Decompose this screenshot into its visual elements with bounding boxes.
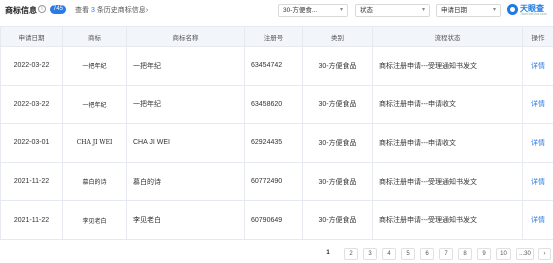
trademark-name: 一把年纪 <box>126 84 245 125</box>
detail-link[interactable]: 详情 <box>531 179 545 186</box>
classification-filter[interactable]: 30-方便食... ▾ <box>278 4 348 17</box>
history-count: 3 <box>90 7 95 14</box>
trademark-name: 李见老白 <box>126 200 245 240</box>
col-header-action: 操作 <box>522 26 553 47</box>
action-cell: 详情 <box>522 200 553 240</box>
history-link[interactable]: 查看 3 条历史商标信息› <box>75 5 148 15</box>
chevron-right-icon: › <box>145 7 149 14</box>
logo-subtext: TianYanCha.com <box>520 12 547 16</box>
detail-link[interactable]: 详情 <box>531 217 545 224</box>
page-button[interactable]: 1 <box>322 248 334 260</box>
table-row: 2022-03-01 CHA JI WEI CHA JI WEI 6292443… <box>0 123 553 163</box>
process-status: 商标注册申请---受理通知书发文 <box>372 200 523 240</box>
table-row: 2022-03-22 一把年纪 一把年纪 63458620 30-方便食品 商标… <box>0 84 553 125</box>
trademark-image[interactable]: 一把年纪 <box>62 84 127 125</box>
trademark-class: 30-方便食品 <box>302 200 373 240</box>
section-title: 商标信息 <box>5 6 37 15</box>
page-button[interactable]: 3 <box>363 248 377 260</box>
page-button[interactable]: 7 <box>439 248 453 260</box>
trademark-name: 慕白的诗 <box>126 161 245 202</box>
page-button[interactable]: 6 <box>420 248 434 260</box>
trademark-table: 申请日期 商标 商标名称 注册号 类别 流程状态 操作 2022-03-22 一… <box>0 26 553 240</box>
logo-eye-icon <box>507 4 518 15</box>
col-header-date: 申请日期 <box>0 26 63 47</box>
detail-link[interactable]: 详情 <box>531 140 545 147</box>
page-button[interactable]: 5 <box>401 248 415 260</box>
table-row: 2021-11-22 慕白的诗 慕白的诗 60772490 30-方便食品 商标… <box>0 161 553 202</box>
apply-date: 2022-03-22 <box>0 46 63 86</box>
process-status: 商标注册申请---申请收文 <box>372 123 523 163</box>
col-header-class: 类别 <box>302 26 373 47</box>
apply-date: 2022-03-22 <box>0 84 63 125</box>
apply-date-filter-value: 申请日期 <box>441 7 467 14</box>
trademark-class: 30-方便食品 <box>302 84 373 125</box>
trademark-image[interactable]: 一把年纪 <box>62 46 127 86</box>
process-status: 商标注册申请---受理通知书发文 <box>372 161 523 202</box>
table-header-row: 申请日期 商标 商标名称 注册号 类别 流程状态 操作 <box>0 26 553 47</box>
action-cell: 详情 <box>522 161 553 202</box>
chevron-down-icon: ▾ <box>492 7 496 13</box>
page-button[interactable]: 4 <box>382 248 396 260</box>
page-button[interactable]: 8 <box>458 248 472 260</box>
action-cell: 详情 <box>522 46 553 86</box>
action-cell: 详情 <box>522 123 553 163</box>
page-button-last[interactable]: ...30 <box>516 248 534 260</box>
trademark-image-text: 慕白的诗 <box>82 179 107 187</box>
trademark-image-text: 一把年纪 <box>82 63 107 71</box>
trademark-image-text: CHA JI WEI <box>76 139 113 147</box>
apply-date-filter[interactable]: 申请日期 ▾ <box>436 4 501 17</box>
page-button[interactable]: 10 <box>496 248 511 260</box>
section-header: 商标信息 i 745 查看 3 条历史商标信息› 30-方便食... ▾ 状态 … <box>0 0 553 20</box>
action-cell: 详情 <box>522 84 553 125</box>
process-status: 商标注册申请---受理通知书发文 <box>372 46 523 86</box>
page-button[interactable]: 9 <box>477 248 491 260</box>
trademark-image[interactable]: 慕白的诗 <box>62 161 127 202</box>
apply-date: 2021-11-22 <box>0 200 63 240</box>
history-suffix: 条历史商标信息 <box>96 7 146 14</box>
trademark-image[interactable]: 李见老白 <box>62 200 127 240</box>
table-row: 2022-03-22 一把年纪 一把年纪 63454742 30-方便食品 商标… <box>0 46 553 86</box>
col-header-name: 商标名称 <box>126 26 245 47</box>
chevron-down-icon: ▾ <box>421 7 425 13</box>
classification-filter-value: 30-方便食... <box>283 7 318 14</box>
next-page-chevron-icon[interactable]: › <box>538 248 551 260</box>
history-prefix: 查看 <box>75 7 89 14</box>
registration-number: 62924435 <box>244 123 303 163</box>
apply-date: 2022-03-01 <box>0 123 63 163</box>
count-badge: 745 <box>50 5 67 14</box>
registration-number: 63454742 <box>244 46 303 86</box>
detail-link[interactable]: 详情 <box>531 63 545 70</box>
process-status: 商标注册申请---申请收文 <box>372 84 523 125</box>
status-filter[interactable]: 状态 ▾ <box>355 4 430 17</box>
table-row: 2021-11-22 李见老白 李见老白 60790649 30-方便食品 商标… <box>0 200 553 240</box>
trademark-image-text: 一把年纪 <box>82 101 107 109</box>
trademark-class: 30-方便食品 <box>302 161 373 202</box>
apply-date: 2021-11-22 <box>0 161 63 202</box>
registration-number: 60772490 <box>244 161 303 202</box>
tianyancha-logo: 天眼查 TianYanCha.com <box>507 2 552 18</box>
status-filter-value: 状态 <box>360 7 373 14</box>
page-button[interactable]: 2 <box>344 248 358 260</box>
trademark-image[interactable]: CHA JI WEI <box>62 123 127 163</box>
trademark-name: 一把年纪 <box>126 46 245 86</box>
registration-number: 63458620 <box>244 84 303 125</box>
trademark-class: 30-方便食品 <box>302 46 373 86</box>
trademark-image-text: 李见老白 <box>82 217 107 225</box>
chevron-down-icon: ▾ <box>339 7 343 13</box>
info-icon[interactable]: i <box>38 5 46 13</box>
registration-number: 60790649 <box>244 200 303 240</box>
col-header-status: 流程状态 <box>372 26 523 47</box>
trademark-name: CHA JI WEI <box>126 123 245 163</box>
col-header-regno: 注册号 <box>244 26 303 47</box>
trademark-class: 30-方便食品 <box>302 123 373 163</box>
col-header-mark: 商标 <box>62 26 127 47</box>
detail-link[interactable]: 详情 <box>531 101 545 108</box>
